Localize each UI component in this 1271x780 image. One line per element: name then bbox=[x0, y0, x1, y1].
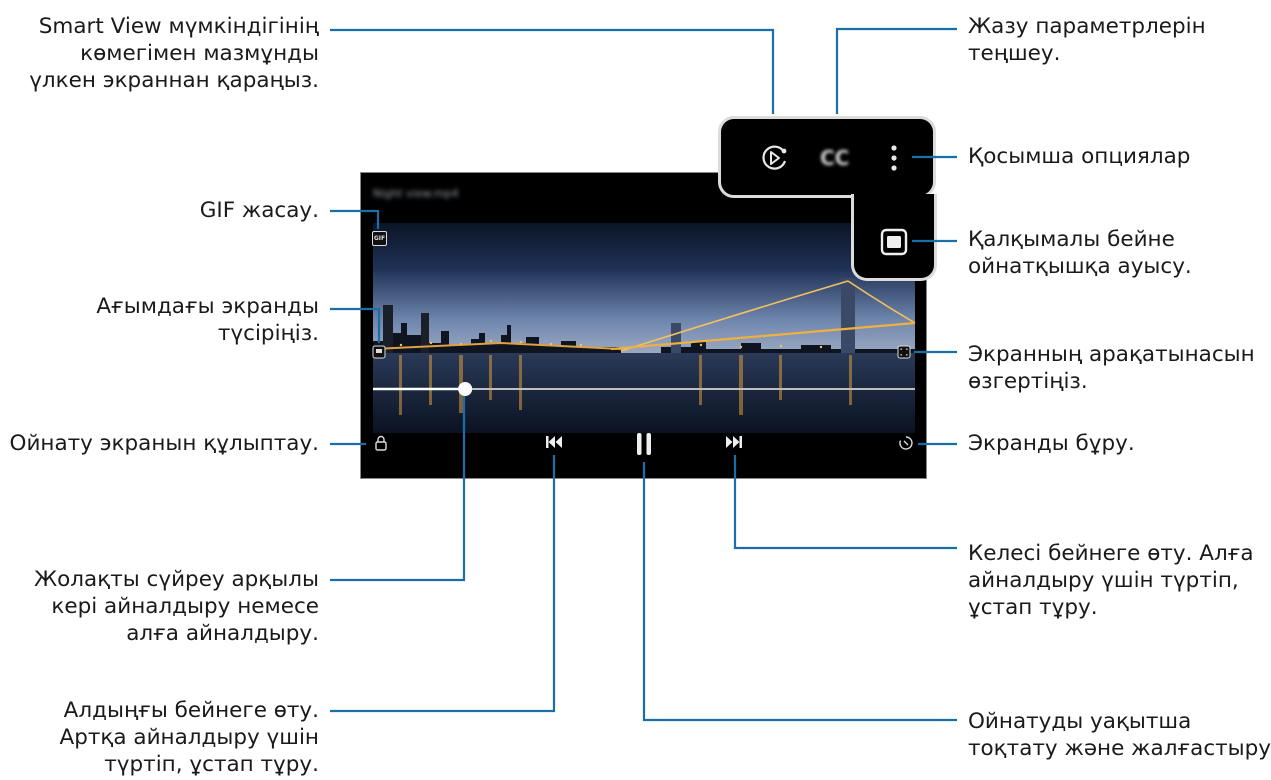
leader-smart-view bbox=[330, 28, 775, 114]
leader-next bbox=[733, 455, 957, 550]
leader-pause bbox=[642, 462, 957, 722]
leader-seek bbox=[330, 396, 466, 582]
leader-lines bbox=[330, 27, 957, 722]
leader-capture bbox=[330, 307, 381, 343]
leader-subtitles bbox=[835, 27, 957, 114]
leader-gif bbox=[330, 209, 380, 229]
leader-previous bbox=[330, 455, 556, 713]
